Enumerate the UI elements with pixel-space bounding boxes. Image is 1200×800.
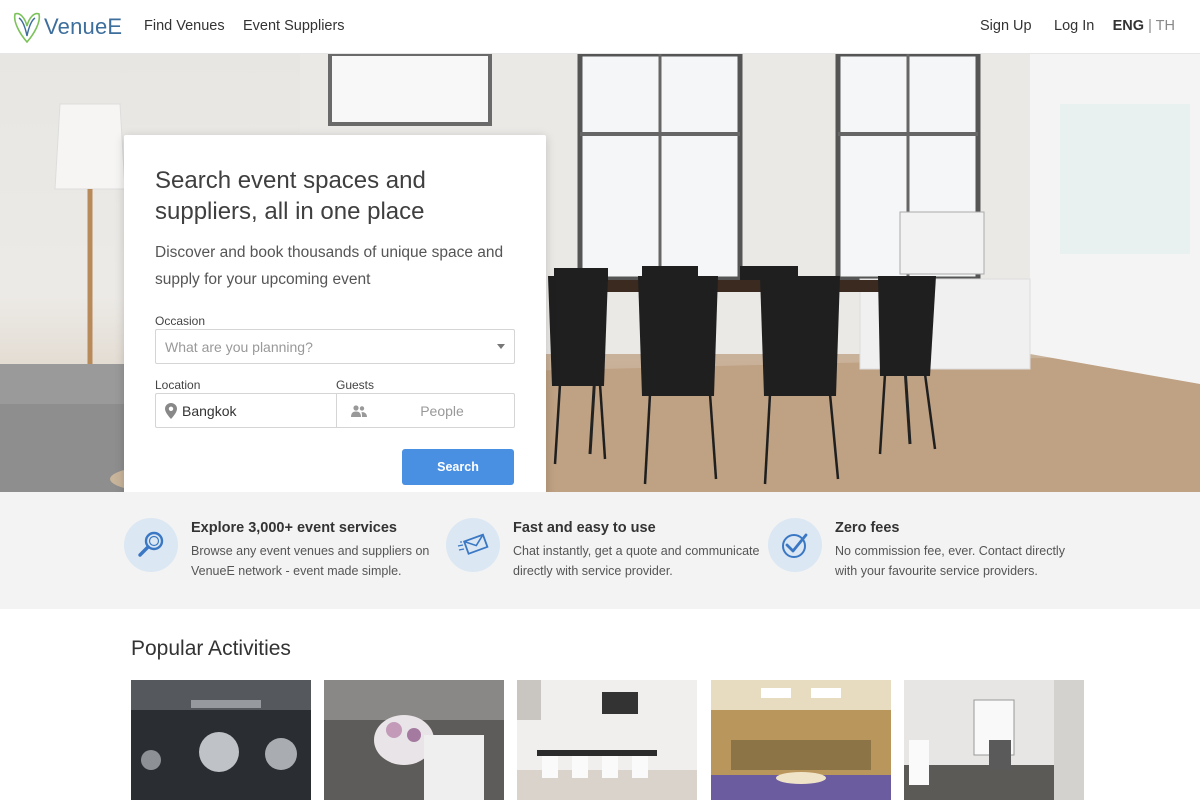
occasion-input[interactable] (165, 330, 485, 363)
guests-label: Guests (336, 378, 375, 392)
guests-field[interactable] (336, 393, 515, 428)
people-icon (351, 405, 367, 417)
activity-card-wedding[interactable] (324, 680, 504, 800)
log-in-link[interactable]: Log In (1054, 18, 1094, 34)
map-pin-icon (165, 403, 177, 419)
guests-input[interactable] (377, 394, 507, 427)
wedding-photo (324, 680, 504, 800)
feature-description: Chat instantly, get a quote and communic… (513, 544, 760, 578)
search-card: Search event spaces and suppliers, all i… (124, 135, 546, 492)
search-card-subtitle: Discover and book thousands of unique sp… (155, 244, 504, 288)
chevron-down-icon[interactable] (497, 344, 505, 349)
auditorium-photo (711, 680, 891, 800)
interior-room-photo (904, 680, 1084, 800)
occasion-label: Occasion (155, 314, 206, 328)
party-photo (131, 680, 311, 800)
feature-description: Browse any event venues and suppliers on… (191, 544, 430, 578)
logo-mark-icon (13, 12, 41, 44)
feature-title: Explore 3,000+ event services (191, 520, 397, 536)
location-label: Location (155, 378, 201, 392)
envelope-icon (446, 518, 500, 572)
activity-card-meeting-room[interactable] (517, 680, 697, 800)
language-switcher: ENG | TH (1113, 18, 1175, 34)
popular-activities-heading: Popular Activities (131, 637, 291, 660)
venuee-logo[interactable]: VenueE (12, 10, 122, 44)
lang-eng[interactable]: ENG (1113, 18, 1144, 34)
occasion-dropdown[interactable] (155, 329, 515, 364)
nav-event-suppliers[interactable]: Event Suppliers (243, 18, 345, 34)
sign-up-link[interactable]: Sign Up (980, 18, 1032, 34)
activity-card-interior-room[interactable] (904, 680, 1084, 800)
feature-fast-easy: Fast and easy to use Chat instantly, get… (446, 518, 766, 588)
feature-title: Zero fees (835, 520, 900, 536)
location-field[interactable] (155, 393, 336, 428)
feature-title: Fast and easy to use (513, 520, 656, 536)
location-input[interactable] (182, 394, 332, 427)
top-nav-bar: VenueE Find Venues Event Suppliers Sign … (0, 0, 1200, 54)
activity-card-auditorium[interactable] (711, 680, 891, 800)
meeting-room-photo (517, 680, 697, 800)
feature-zero-fees: Zero fees No commission fee, ever. Conta… (768, 518, 1088, 588)
logo-text: VenueE (44, 14, 123, 39)
lang-th[interactable]: TH (1156, 18, 1175, 34)
hero-banner: Search event spaces and suppliers, all i… (0, 54, 1200, 492)
feature-description: No commission fee, ever. Contact directl… (835, 544, 1065, 578)
checkmark-icon (768, 518, 822, 572)
feature-explore: Explore 3,000+ event services Browse any… (124, 518, 444, 588)
search-button[interactable]: Search (402, 449, 514, 485)
search-card-title: Search event spaces and suppliers, all i… (155, 167, 426, 225)
nav-find-venues[interactable]: Find Venues (144, 18, 225, 34)
lang-separator: | (1148, 18, 1152, 34)
features-strip: Explore 3,000+ event services Browse any… (0, 492, 1200, 609)
activity-card-party[interactable] (131, 680, 311, 800)
magnifier-icon (124, 518, 178, 572)
